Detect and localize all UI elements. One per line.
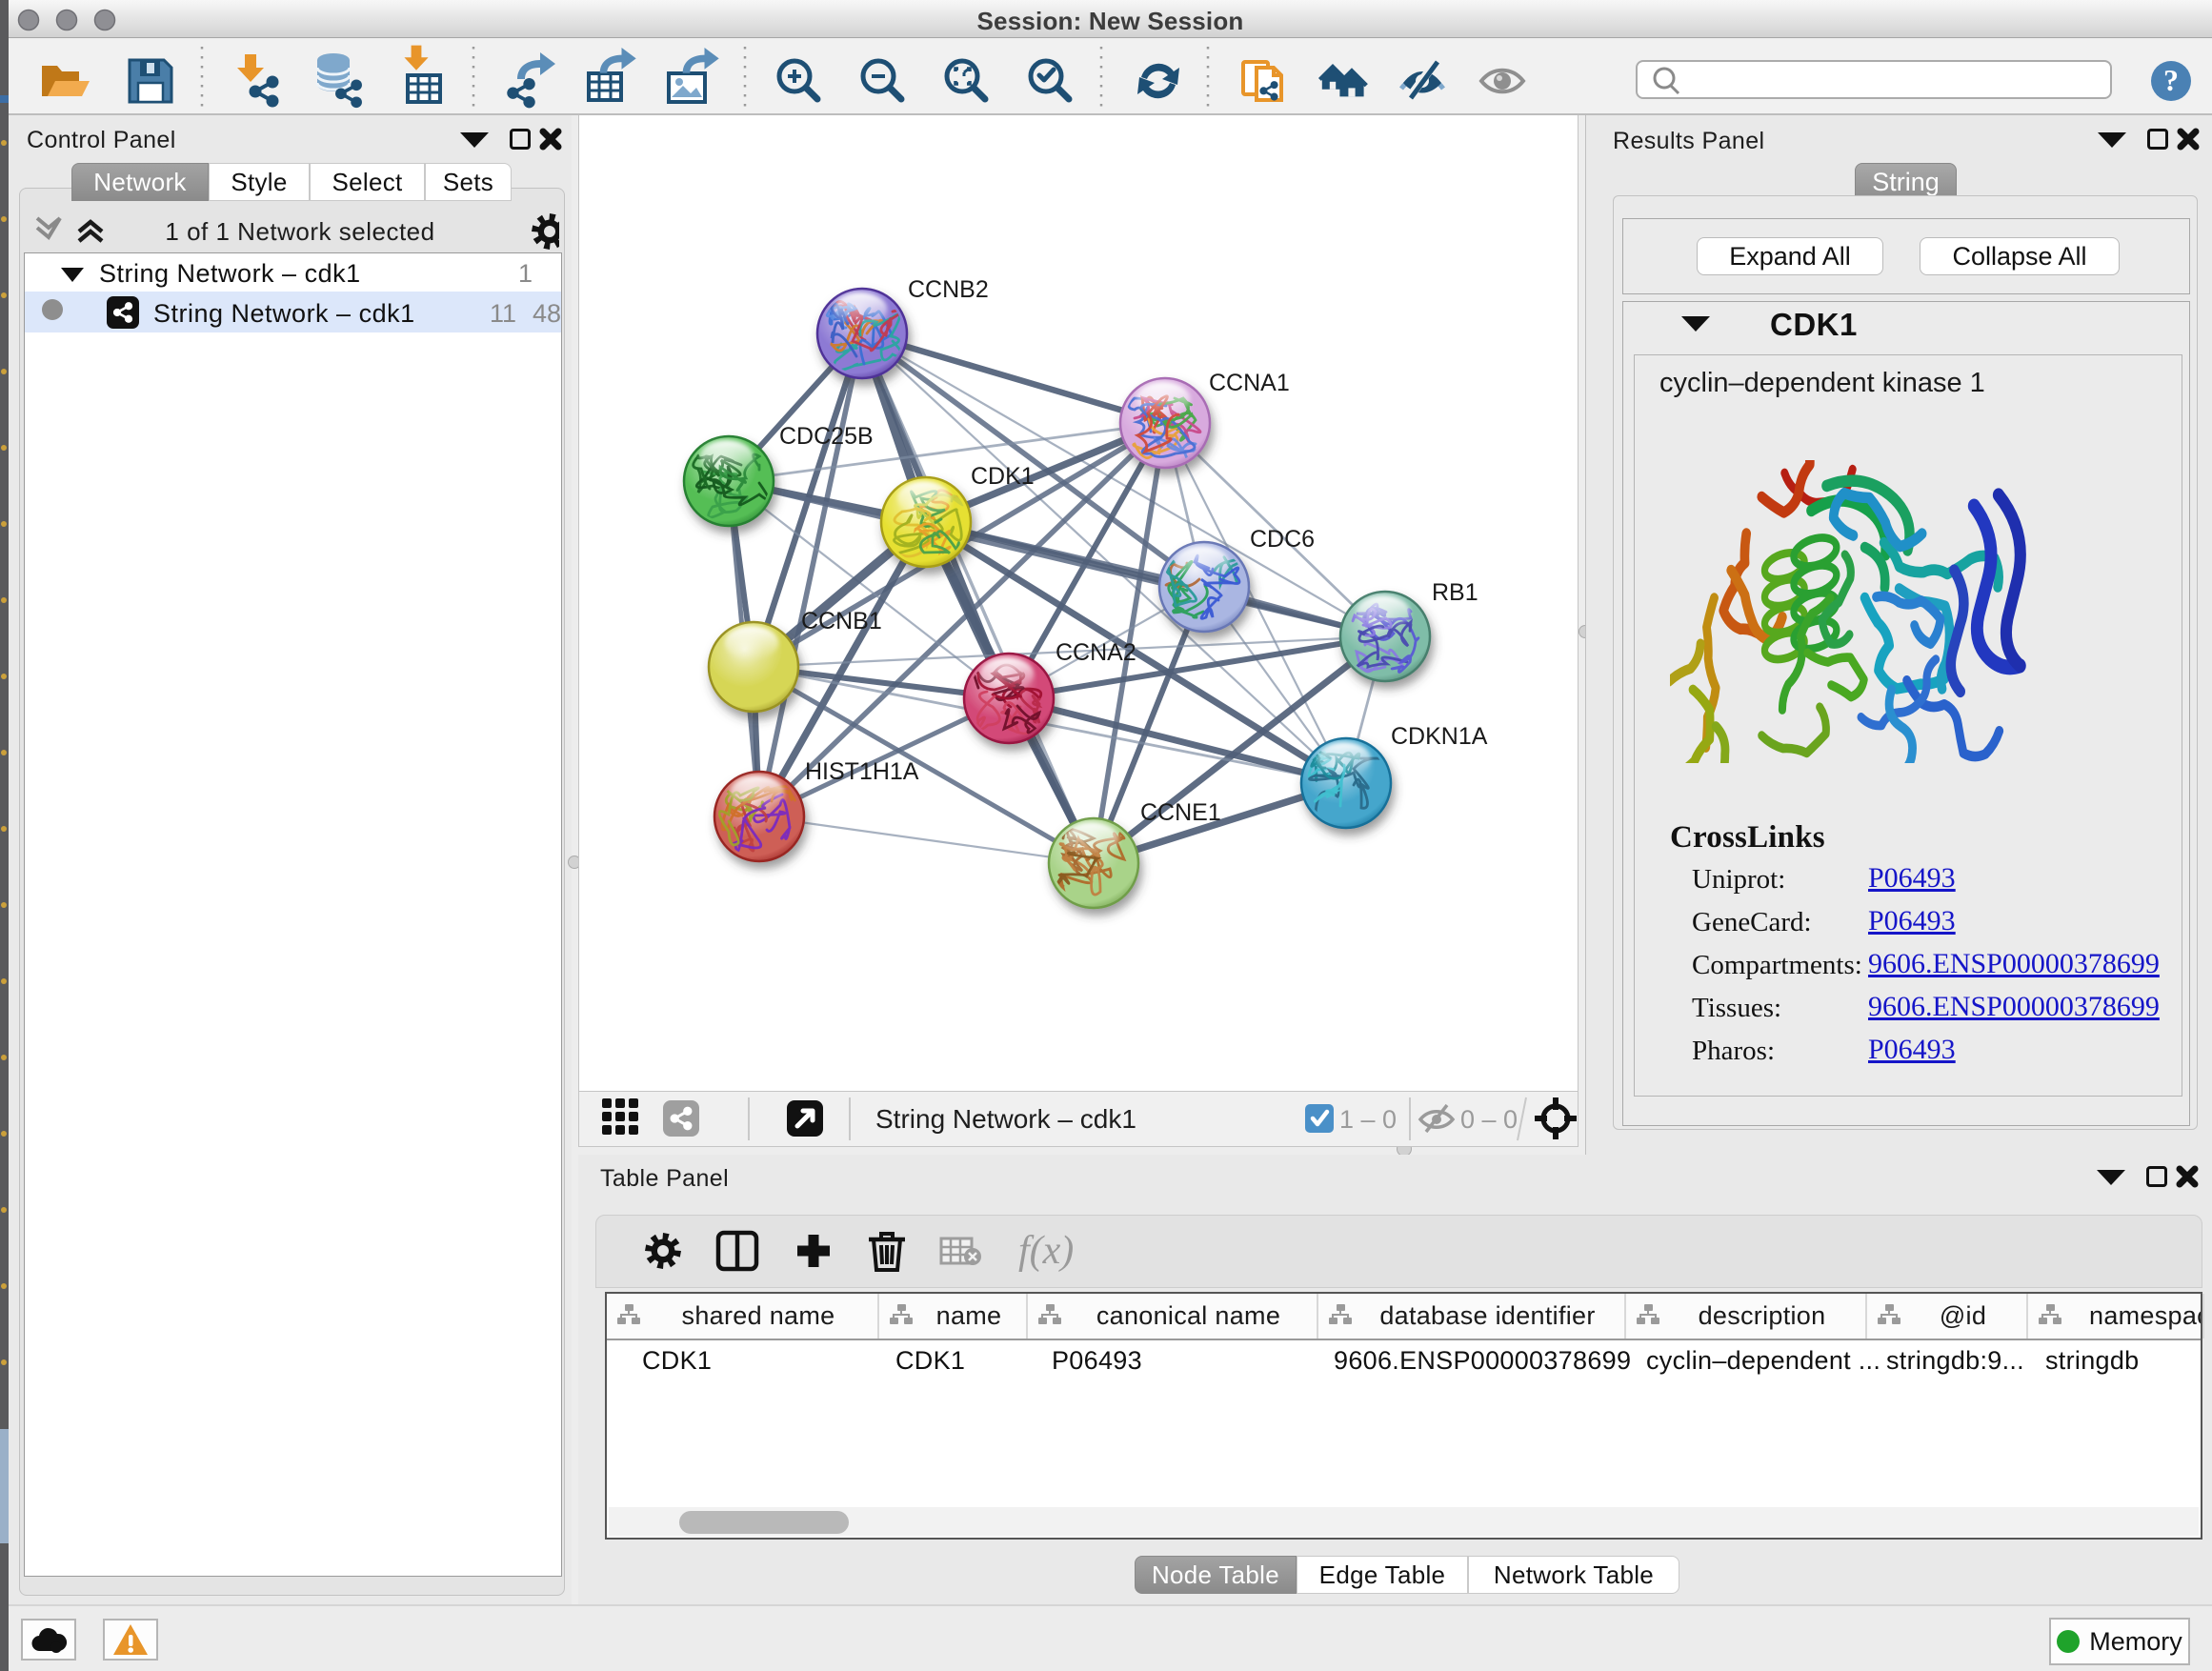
svg-text:CDKN1A: CDKN1A: [1391, 723, 1488, 750]
svg-text:?: ?: [2163, 63, 2179, 97]
svg-text:CCNA1: CCNA1: [1209, 370, 1290, 396]
svg-text:f(x): f(x): [1018, 1229, 1074, 1273]
svg-text:HIST1H1A: HIST1H1A: [805, 758, 919, 785]
svg-text:CCNA2: CCNA2: [1056, 639, 1136, 666]
svg-text:String Network – cdk1: String Network – cdk1: [875, 1104, 1136, 1134]
svg-text:CDK1: CDK1: [971, 463, 1035, 490]
svg-text:CCNB1: CCNB1: [801, 608, 882, 634]
svg-text:1 – 0: 1 – 0: [1339, 1105, 1397, 1134]
svg-text:0 – 0: 0 – 0: [1460, 1105, 1518, 1134]
svg-text:RB1: RB1: [1432, 579, 1478, 606]
svg-text:CCNB2: CCNB2: [908, 276, 989, 303]
svg-text:CDC25B: CDC25B: [779, 423, 874, 450]
svg-text:1 of 1 Network selected: 1 of 1 Network selected: [165, 217, 434, 246]
svg-text:CCNE1: CCNE1: [1140, 799, 1221, 826]
svg-text:CDC6: CDC6: [1250, 526, 1315, 553]
